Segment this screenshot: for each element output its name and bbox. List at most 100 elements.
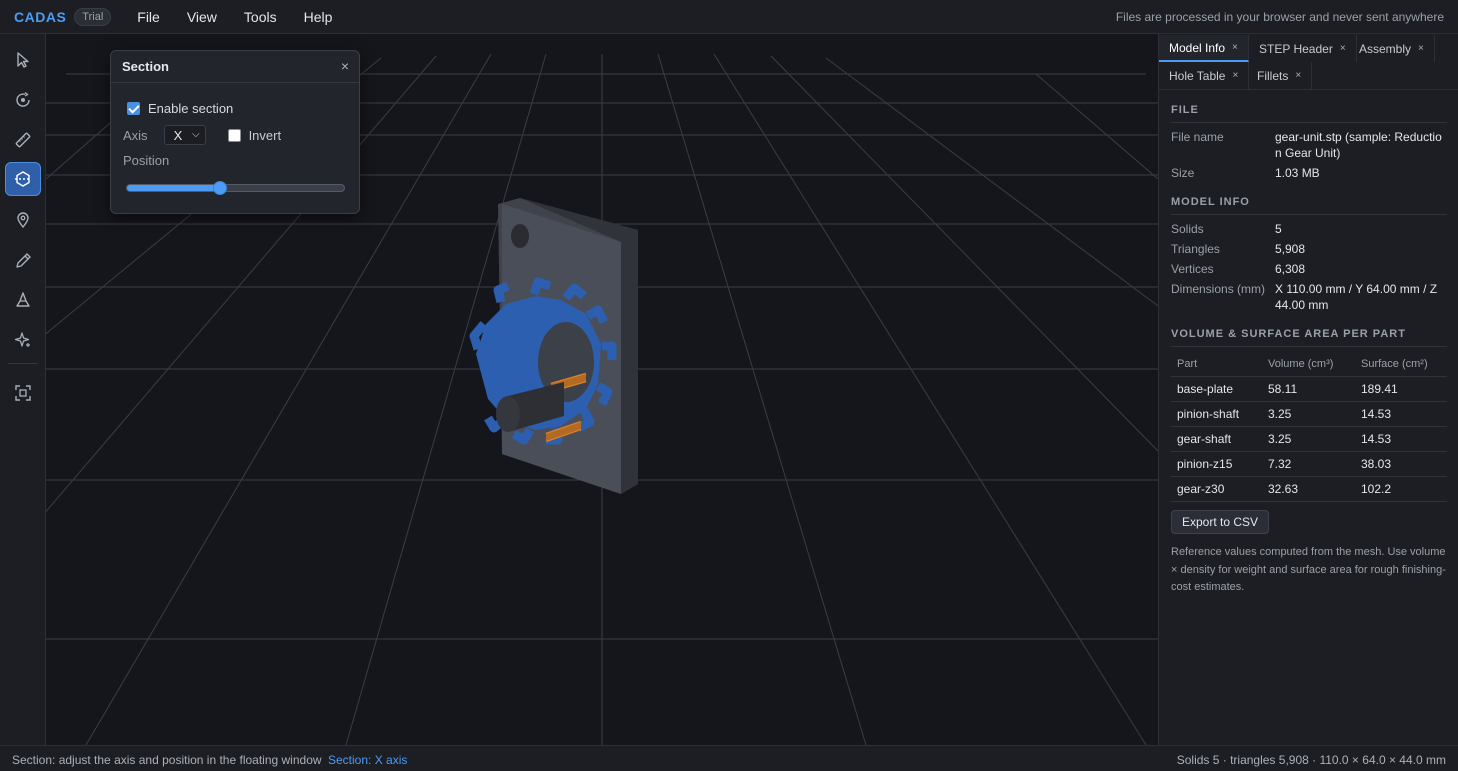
section-window[interactable]: Section × Enable section Axis X ⌵ Invert…: [110, 50, 360, 214]
dimensions-value: X 110.00 mm / Y 64.00 mm / Z 44.00 mm: [1275, 282, 1438, 312]
triangles-label: Triangles: [1171, 242, 1220, 256]
tab-model-info[interactable]: Model Info ×: [1159, 35, 1249, 62]
fit-view-tool-button[interactable]: [5, 376, 41, 410]
solids-value: 5: [1275, 222, 1282, 236]
pin-tool-button[interactable]: [5, 203, 41, 237]
menu-tools[interactable]: Tools: [244, 9, 277, 25]
cursor-icon: [17, 52, 29, 68]
table-cell: base-plate: [1171, 376, 1262, 402]
table-row[interactable]: base-plate 58.11 189.41: [1171, 376, 1447, 402]
column-header: Surface (cm²): [1355, 352, 1447, 377]
table-cell: 189.41: [1355, 376, 1447, 402]
parts-table: Part Volume (cm³) Surface (cm²) base-pla…: [1171, 352, 1447, 502]
properties-panel: Model Info × STEP Header × Assembly × Hole …: [1158, 34, 1458, 745]
tab-label: Model Info: [1169, 40, 1226, 55]
enable-section-row: Enable section: [127, 101, 233, 116]
enable-section-label: Enable section: [148, 101, 234, 116]
menu-view[interactable]: View: [187, 9, 217, 25]
privacy-note: Files are processed in your browser and …: [1115, 10, 1444, 24]
toolbar-divider: [8, 363, 38, 364]
reference-note: Reference values computed from the mesh.…: [1171, 546, 1446, 593]
table-row[interactable]: pinion-z15 7.32 38.03: [1171, 451, 1447, 477]
table-cell: gear-shaft: [1171, 426, 1262, 452]
status-hint: Section: adjust the axis and position in…: [12, 753, 322, 767]
tab-label: STEP Header: [1259, 41, 1333, 56]
status-bar: Section: adjust the axis and position in…: [0, 745, 1458, 771]
table-cell: 58.11: [1262, 376, 1355, 402]
table-header-row: Part Volume (cm³) Surface (cm²): [1171, 352, 1447, 377]
tab-label: Assembly: [1359, 41, 1412, 56]
fit-view-icon: [15, 385, 31, 401]
orbit-icon: [16, 91, 30, 107]
position-slider-fill: [127, 185, 221, 191]
position-slider[interactable]: [126, 181, 345, 195]
table-cell: 14.53: [1355, 401, 1447, 427]
tab-label: Fillets: [1257, 68, 1289, 83]
table-row[interactable]: gear-z30 32.63 102.2: [1171, 476, 1447, 502]
section-tool-button[interactable]: [5, 162, 41, 196]
location-pin-icon: [17, 212, 29, 229]
trial-badge: Trial: [74, 7, 112, 26]
close-icon[interactable]: ×: [1295, 70, 1301, 81]
menu-help[interactable]: Help: [304, 9, 333, 25]
export-csv-button[interactable]: Export to CSV: [1171, 510, 1269, 534]
draft-tool-button[interactable]: [5, 283, 41, 317]
file-size-value: 1.03 MB: [1275, 166, 1320, 180]
menu-bar: File View Tools Help: [137, 9, 359, 25]
section-window-title: Section: [122, 59, 169, 74]
magic-tool-button[interactable]: [5, 323, 41, 357]
status-mode[interactable]: Section: X axis: [328, 753, 407, 767]
position-label: Position: [123, 153, 170, 168]
section-window-header[interactable]: Section: [111, 51, 359, 83]
table-cell: pinion-shaft: [1171, 401, 1262, 427]
vertices-label: Vertices: [1171, 262, 1214, 276]
gear-unit-model[interactable]: [446, 194, 706, 514]
app-logo: CADAS: [14, 8, 67, 25]
close-icon[interactable]: ×: [1232, 70, 1238, 81]
cadas-app: CADAS Trial File View Tools Help Files a…: [0, 0, 1458, 771]
model-info-heading: MODEL INFO: [1171, 196, 1447, 215]
tab-hole-table[interactable]: Hole Table ×: [1159, 62, 1250, 89]
panel-tabs: Model Info × STEP Header × Assembly × Hole …: [1159, 34, 1458, 90]
status-summary: Solids 5 · triangles 5,908 · 110.0 × 64.…: [1176, 753, 1446, 767]
axis-label: Axis: [123, 127, 148, 143]
close-icon[interactable]: ×: [1232, 42, 1238, 53]
close-icon[interactable]: ×: [1418, 43, 1424, 54]
volume-heading: VOLUME & SURFACE AREA PER PART: [1171, 328, 1447, 347]
file-heading: FILE: [1171, 104, 1447, 123]
file-size-label: Size: [1171, 166, 1195, 180]
table-cell: 3.25: [1262, 426, 1355, 452]
select-tool-button[interactable]: [5, 43, 41, 77]
tab-assembly[interactable]: Assembly ×: [1349, 35, 1435, 62]
position-slider-thumb[interactable]: [213, 181, 228, 195]
solids-label: Solids: [1171, 222, 1204, 236]
table-row[interactable]: pinion-shaft 3.25 14.53: [1171, 401, 1447, 427]
tab-label: Hole Table: [1169, 68, 1226, 83]
top-bar: CADAS Trial File View Tools Help Files a…: [0, 0, 1458, 34]
measure-tool-button[interactable]: [5, 123, 41, 157]
orbit-tool-button[interactable]: [5, 83, 41, 117]
tab-fillets[interactable]: Fillets ×: [1247, 62, 1313, 89]
axis-select-value: X: [173, 127, 183, 143]
draft-icon: [16, 292, 30, 307]
ruler-icon: [15, 132, 31, 148]
table-cell: 3.25: [1262, 401, 1355, 427]
file-name-value: gear-unit.stp (sample: Reduction Gear Un…: [1275, 130, 1442, 160]
sparkle-icon: [14, 332, 30, 347]
axis-select[interactable]: X ⌵: [163, 125, 206, 145]
invert-label: Invert: [248, 127, 282, 143]
axis-row: Axis X ⌵ Invert: [123, 125, 281, 145]
triangles-value: 5,908: [1275, 242, 1306, 256]
table-cell: 14.53: [1355, 426, 1447, 452]
table-cell: gear-z30: [1171, 476, 1262, 502]
table-cell: pinion-z15: [1171, 451, 1262, 477]
invert-checkbox[interactable]: [227, 128, 241, 142]
close-icon[interactable]: ×: [341, 58, 349, 74]
close-icon[interactable]: ×: [1340, 43, 1346, 54]
enable-section-checkbox[interactable]: [127, 102, 140, 115]
pen-tool-button[interactable]: [5, 244, 41, 278]
menu-file[interactable]: File: [137, 9, 160, 25]
file-name-label: File name: [1171, 130, 1224, 144]
table-row[interactable]: gear-shaft 3.25 14.53: [1171, 426, 1447, 452]
tab-step-header[interactable]: STEP Header ×: [1249, 35, 1357, 62]
